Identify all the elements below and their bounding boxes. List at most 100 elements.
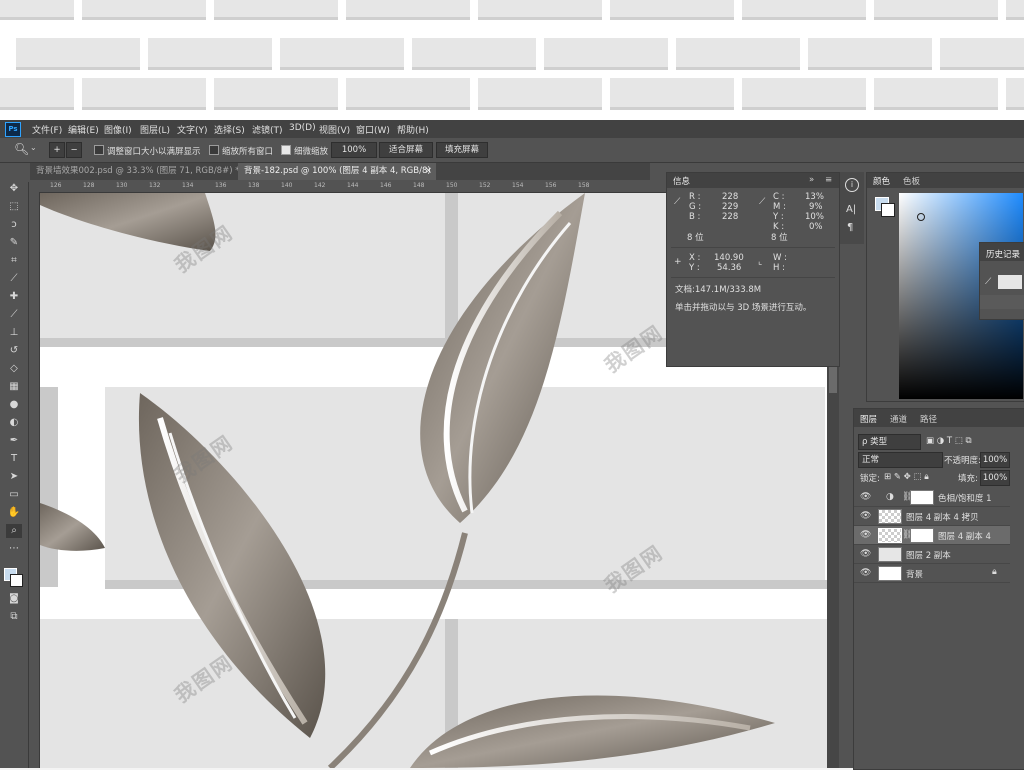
tab-channels[interactable]: 通道 xyxy=(890,413,907,425)
fill-screen-button[interactable]: 填充屏幕 xyxy=(436,142,488,158)
chevron-down-icon[interactable]: ⌄ xyxy=(30,143,37,152)
healing-tool-icon[interactable]: ✚ xyxy=(6,290,22,304)
layer-filter-select[interactable]: ρ 类型 xyxy=(858,434,921,450)
lock-icons[interactable]: ⊞ ✎ ✥ ⬚ 🔒︎ xyxy=(884,472,929,482)
menu-filter[interactable]: 滤镜(T) xyxy=(252,123,283,136)
background-swatch[interactable] xyxy=(881,203,895,217)
brick xyxy=(742,78,866,110)
info-icon[interactable]: i xyxy=(845,178,859,192)
tab-color[interactable]: 颜色 xyxy=(873,175,890,187)
eraser-tool-icon[interactable]: ◇ xyxy=(6,362,22,376)
more-tools-icon[interactable]: ⋯ xyxy=(6,542,22,556)
layer-row-background[interactable]: 👁︎ 背景 🔒︎ xyxy=(854,564,1010,583)
tab-layers[interactable]: 图层 xyxy=(860,413,877,425)
tab-swatches[interactable]: 色板 xyxy=(903,175,920,187)
quick-select-tool-icon[interactable]: ✎ xyxy=(6,236,22,250)
filter-icons[interactable]: ▣ ◑ T ⬚ ⧉ xyxy=(926,436,972,446)
collapse-icon[interactable]: » xyxy=(809,175,814,185)
menu-edit[interactable]: 编辑(E) xyxy=(68,123,99,136)
path-select-tool-icon[interactable]: ➤ xyxy=(6,470,22,484)
brick xyxy=(346,0,470,20)
fill-field[interactable]: 100% xyxy=(980,470,1010,486)
lasso-tool-icon[interactable]: ↄ xyxy=(6,218,22,232)
menu-view[interactable]: 视图(V) xyxy=(319,123,350,136)
eyedropper-tool-icon[interactable]: ⟋ xyxy=(6,272,22,286)
ruler-tick-label: 156 xyxy=(545,182,557,189)
blend-mode-select[interactable]: 正常 xyxy=(858,452,943,468)
zoom-out-button[interactable]: − xyxy=(66,142,82,158)
cmyk-c-value: 13% xyxy=(805,192,824,202)
eye-icon[interactable]: 👁︎ xyxy=(860,511,871,521)
ruler-tick-label: 132 xyxy=(149,182,161,189)
vertical-scrollbar[interactable] xyxy=(827,313,839,768)
quick-mask-icon[interactable]: ◙ xyxy=(6,592,22,606)
eye-icon[interactable]: 👁︎ xyxy=(860,530,871,540)
tab-history[interactable]: 历史记录 xyxy=(986,248,1020,260)
marquee-tool-icon[interactable]: ⬚ xyxy=(6,200,22,214)
menu-type[interactable]: 文字(Y) xyxy=(177,123,208,136)
dodge-tool-icon[interactable]: ◐ xyxy=(6,416,22,430)
layer-row-selected[interactable]: 👁︎ ⛓︎ 图层 4 副本 4 xyxy=(854,526,1010,545)
close-icon[interactable]: × xyxy=(425,163,432,180)
tab-info[interactable]: 信息 xyxy=(673,175,690,187)
menu-window[interactable]: 窗口(W) xyxy=(356,123,390,136)
ruler-tick-label: 138 xyxy=(248,182,260,189)
history-brush-icon[interactable]: ⟋ xyxy=(985,277,991,287)
history-brush-icon[interactable]: ↺ xyxy=(6,344,22,358)
tab-document-1[interactable]: 背景墙效果002.psd @ 33.3% (图层 71, RGB/8#) * × xyxy=(30,163,258,180)
tab-paths[interactable]: 路径 xyxy=(920,413,937,425)
gradient-tool-icon[interactable]: ▦ xyxy=(6,380,22,394)
zoom-value-field[interactable]: 100% xyxy=(331,142,377,158)
stamp-tool-icon[interactable]: ⊥ xyxy=(6,326,22,340)
history-snapshot-thumb[interactable] xyxy=(998,275,1022,289)
fit-screen-button[interactable]: 适合屏幕 xyxy=(379,142,433,158)
zoom-tool-icon[interactable]: ⌕ xyxy=(6,524,22,538)
hand-tool-icon[interactable]: ✋ xyxy=(6,506,22,520)
layer-row-adjustment[interactable]: 👁︎ ◑ ⛓︎ 色相/饱和度 1 xyxy=(854,488,1010,507)
menu-layer[interactable]: 图层(L) xyxy=(140,123,170,136)
panel-menu-icon[interactable]: ≡ xyxy=(825,175,832,185)
brick xyxy=(0,78,74,110)
scrubby-zoom-checkbox[interactable] xyxy=(281,145,291,155)
brush-tool-icon[interactable]: ⟋ xyxy=(6,308,22,322)
opacity-field[interactable]: 100% xyxy=(980,452,1010,468)
background-color-swatch[interactable] xyxy=(10,574,23,587)
menu-3d[interactable]: 3D(D) xyxy=(289,123,316,133)
layer-row-copy[interactable]: 👁︎ 图层 4 副本 4 拷贝 xyxy=(854,507,1010,526)
zoom-in-button[interactable]: + xyxy=(49,142,65,158)
paragraph-icon[interactable]: ¶ xyxy=(847,222,853,233)
shape-tool-icon[interactable]: ▭ xyxy=(6,488,22,502)
blur-tool-icon[interactable]: ● xyxy=(6,398,22,412)
wh-labels: W :H : xyxy=(773,253,787,273)
eye-icon[interactable]: 👁︎ xyxy=(860,549,871,559)
layer-row-layer2[interactable]: 👁︎ 图层 2 副本 xyxy=(854,545,1010,564)
screen-mode-icon[interactable]: ⧉ xyxy=(6,610,22,624)
menu-help[interactable]: 帮助(H) xyxy=(397,123,429,136)
cmyk-labels: C :M :Y :K : xyxy=(773,192,786,232)
eye-icon[interactable]: 👁︎ xyxy=(860,492,871,502)
vertical-ruler xyxy=(30,192,40,768)
resize-windows-checkbox[interactable] xyxy=(94,145,104,155)
pen-tool-icon[interactable]: ✒ xyxy=(6,434,22,448)
xy-labels: X :Y : xyxy=(689,253,701,273)
zoom-all-checkbox[interactable] xyxy=(209,145,219,155)
ruler-tick-label: 146 xyxy=(380,182,392,189)
picker-handle[interactable] xyxy=(917,213,925,221)
layer-name: 背景 xyxy=(906,570,924,580)
move-tool-icon[interactable]: ✥ xyxy=(6,182,22,196)
tab-document-2[interactable]: 背景-182.psd @ 100% (图层 4 副本 4, RGB/8) × xyxy=(238,163,436,180)
brick xyxy=(148,38,272,70)
crop-tool-icon[interactable]: ⌗ xyxy=(6,254,22,268)
rgb-r-value: 228 xyxy=(722,192,739,202)
brick xyxy=(478,78,602,110)
eye-icon[interactable]: 👁︎ xyxy=(860,568,871,578)
menu-select[interactable]: 选择(S) xyxy=(214,123,245,136)
rgb-b-value: 228 xyxy=(722,212,739,222)
character-icon[interactable]: A| xyxy=(846,204,856,215)
type-tool-icon[interactable]: T xyxy=(6,452,22,466)
zoom-tool-icon[interactable]: 🔍︎ xyxy=(14,142,29,156)
history-step[interactable] xyxy=(980,295,1024,309)
menu-file[interactable]: 文件(F) xyxy=(32,123,62,136)
menu-image[interactable]: 图像(I) xyxy=(104,123,132,136)
rgb-labels: R :G :B : xyxy=(689,192,702,222)
